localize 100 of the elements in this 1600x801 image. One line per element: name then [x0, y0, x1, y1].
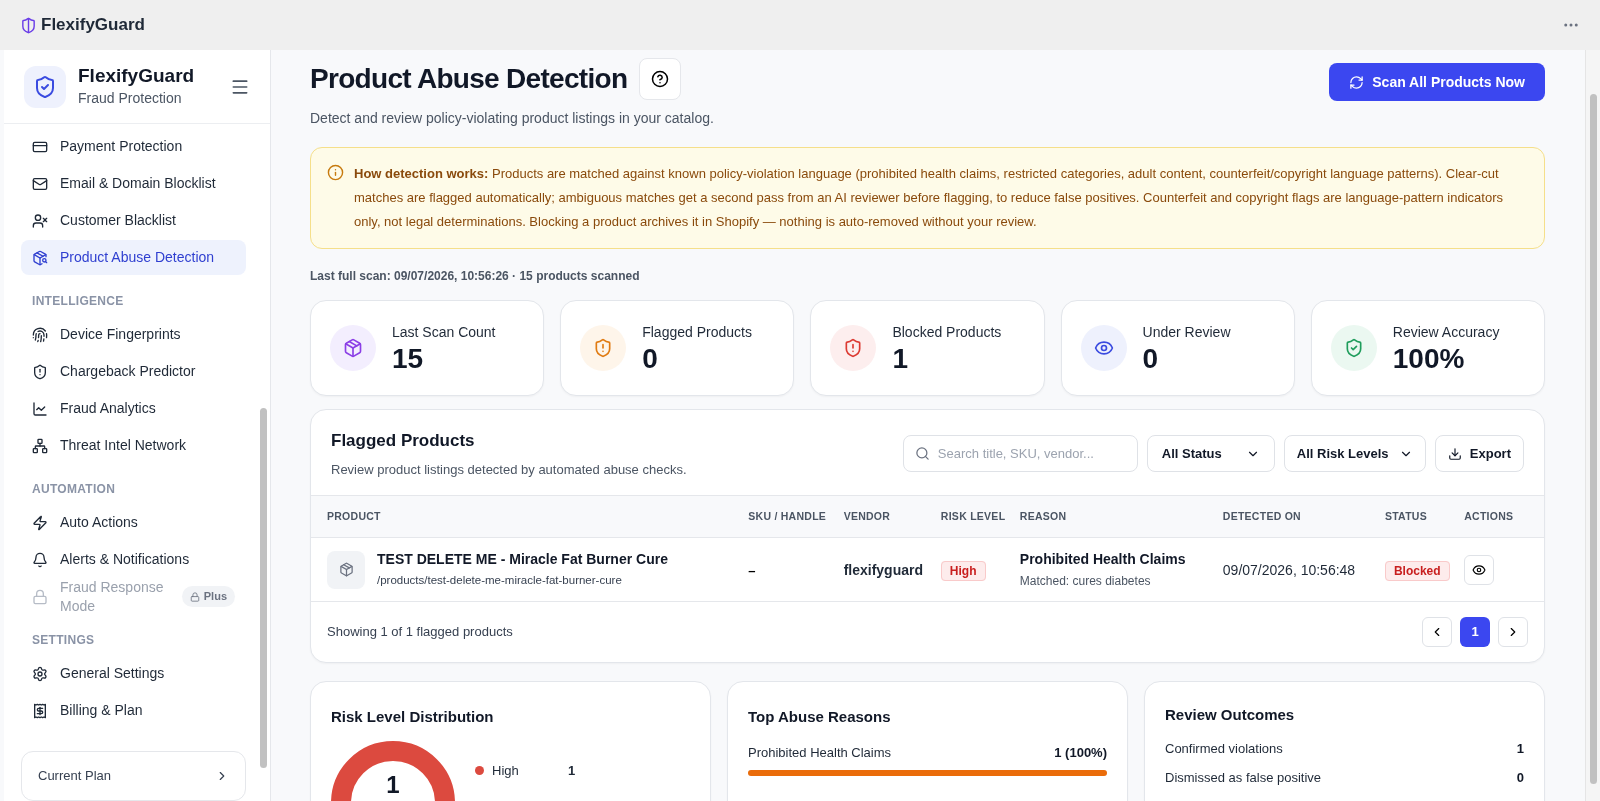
product-name: TEST DELETE ME - Miracle Fat Burner Cure: [377, 550, 668, 570]
column-header: SKU / HANDLE: [748, 495, 844, 538]
status-select[interactable]: All Status: [1146, 435, 1275, 472]
sku-cell: –: [748, 562, 756, 578]
stat-label: Last Scan Count: [392, 322, 496, 342]
box-icon: [330, 325, 376, 371]
reason-label: Prohibited Health Claims: [748, 743, 892, 762]
page-subtitle: Detect and review policy-violating product listings in your catalog.: [310, 109, 714, 128]
network-icon: [32, 437, 48, 454]
help-icon: [651, 70, 670, 88]
column-header: STATUS: [1384, 495, 1465, 538]
nav-item[interactable]: Payment Protection: [21, 129, 246, 164]
fingerprint-icon: [32, 326, 48, 343]
section-heading: SETTINGS: [31, 632, 96, 649]
bell-icon: [32, 551, 48, 568]
nav-item[interactable]: Customer Blacklist: [21, 203, 246, 238]
shield-alert-icon: [580, 325, 627, 371]
nav-item[interactable]: Email & Domain Blocklist: [21, 166, 246, 201]
shield-alert-icon: [32, 363, 48, 380]
page-title: Product Abuse Detection: [310, 62, 628, 96]
search-field[interactable]: Search title, SKU, vendor...: [902, 435, 1138, 472]
shield-logo-icon: [24, 65, 66, 108]
outcome-value: 0: [1516, 769, 1524, 787]
export-button[interactable]: Export: [1434, 435, 1524, 472]
notice-text: How detection works: Products are matched against known policy-violation language (prohibited health claims, restricted categories, adult content, counterfeit/copyright language patterns). Clear-cut matches are flagged automatically; ambiguous matches get a second pass from an AI reviewer before flagging, to reduce false positives. Counterfeit and copyright flags are language-pattern indicators only, not legal determinations. Blocking a product archives it in Shopify — nothing is auto-removed without your review.: [354, 165, 1504, 231]
stat-value: 15: [392, 342, 425, 375]
column-header: PRODUCT: [311, 495, 749, 538]
plus-badge: Plus: [181, 586, 235, 607]
nav-item[interactable]: Fraud Analytics: [21, 391, 246, 426]
search-icon: [914, 446, 930, 461]
last-scan-text: Last full scan: 09/07/2026, 10:56:26 · 15 products scanned: [310, 268, 641, 285]
refresh-icon: [1349, 74, 1365, 90]
donut-center-value: 1: [385, 769, 401, 800]
mail-icon: [32, 175, 48, 192]
detected-date: 09/07/2026, 10:56:48: [1222, 561, 1356, 578]
settings-icon: [32, 665, 48, 682]
vendor-cell: flexifyguard: [843, 561, 923, 578]
matched-text: Matched: cures diabetes: [1019, 573, 1152, 590]
plan-card[interactable]: Current Plan: [21, 751, 246, 801]
line-chart-icon: [32, 400, 48, 417]
risk-badge: High: [940, 560, 986, 581]
box-icon: [327, 550, 365, 589]
nav-item[interactable]: Chargeback Predictor: [21, 354, 246, 389]
receipt-icon: [32, 702, 48, 719]
lock-icon: [32, 588, 48, 605]
outcome-label: Confirmed violations: [1165, 739, 1283, 758]
page-button[interactable]: 1: [1460, 617, 1490, 647]
reason-value: 1 (100%): [1054, 743, 1107, 762]
showing-count: Showing 1 of 1 flagged products: [327, 623, 513, 642]
stat-value: 0: [642, 342, 659, 375]
column-header: VENDOR: [843, 495, 941, 538]
risk-select[interactable]: All Risk Levels: [1283, 435, 1426, 472]
stat-value: 1: [892, 342, 909, 375]
help-button[interactable]: [639, 58, 682, 100]
package-search-icon: [32, 249, 48, 266]
brand-name: FlexifyGuard: [78, 64, 196, 88]
stat-label: Review Accuracy: [1392, 322, 1500, 342]
info-icon: [327, 164, 344, 181]
panel-title: Flagged Products: [331, 430, 476, 452]
window-title: FlexifyGuard: [41, 14, 145, 37]
user-x-icon: [32, 212, 48, 229]
column-header: ACTIONS: [1464, 495, 1544, 538]
download-icon: [1447, 446, 1462, 461]
stat-label: Flagged Products: [642, 322, 752, 342]
stat-label: Under Review: [1142, 322, 1231, 342]
stat-label: Blocked Products: [892, 322, 1002, 342]
nav-item[interactable]: Billing & Plan: [21, 693, 246, 728]
brand-tagline: Fraud Protection: [78, 89, 183, 108]
section-heading: AUTOMATION: [31, 481, 117, 498]
nav-item[interactable]: General Settings: [21, 656, 246, 691]
legend-label: High: [492, 761, 520, 780]
shield-alert-icon: [830, 325, 877, 371]
eye-icon: [1472, 562, 1487, 577]
card-title: Top Abuse Reasons: [748, 707, 892, 727]
legend-count: 1: [568, 761, 576, 780]
card-title: Review Outcomes: [1165, 705, 1296, 725]
eye-icon: [1080, 325, 1127, 371]
section-heading: INTELLIGENCE: [31, 293, 125, 310]
nav-item[interactable]: Auto Actions: [21, 505, 246, 540]
view-button[interactable]: [1464, 554, 1495, 585]
outcome-label: Dismissed as false positive: [1165, 769, 1322, 787]
nav-item[interactable]: Device Fingerprints: [21, 317, 246, 352]
panel-subtitle: Review product listings detected by automated abuse checks.: [331, 460, 687, 479]
nav-item[interactable]: Alerts & Notifications: [21, 542, 246, 577]
reason-text: Prohibited Health Claims: [1019, 550, 1187, 569]
outcome-value: 1: [1516, 739, 1524, 758]
lightning-icon: [32, 514, 48, 531]
product-handle: /products/test-delete-me-miracle-fat-burner-cure: [377, 573, 623, 589]
column-header: REASON: [1019, 495, 1223, 538]
stat-value: 0: [1142, 342, 1160, 375]
app-logo-icon: [20, 16, 37, 34]
nav-item[interactable]: Product Abuse Detection: [21, 240, 246, 275]
column-header: DETECTED ON: [1222, 495, 1385, 538]
status-badge: Blocked: [1384, 560, 1450, 581]
nav-item[interactable]: Threat Intel Network: [21, 428, 246, 463]
scan-button[interactable]: Scan All Products Now: [1329, 63, 1545, 101]
stat-value: 100%: [1392, 342, 1466, 375]
card-title: Risk Level Distribution: [331, 707, 495, 727]
shield-check-icon: [1330, 325, 1377, 371]
column-header: RISK LEVEL: [940, 495, 1020, 538]
